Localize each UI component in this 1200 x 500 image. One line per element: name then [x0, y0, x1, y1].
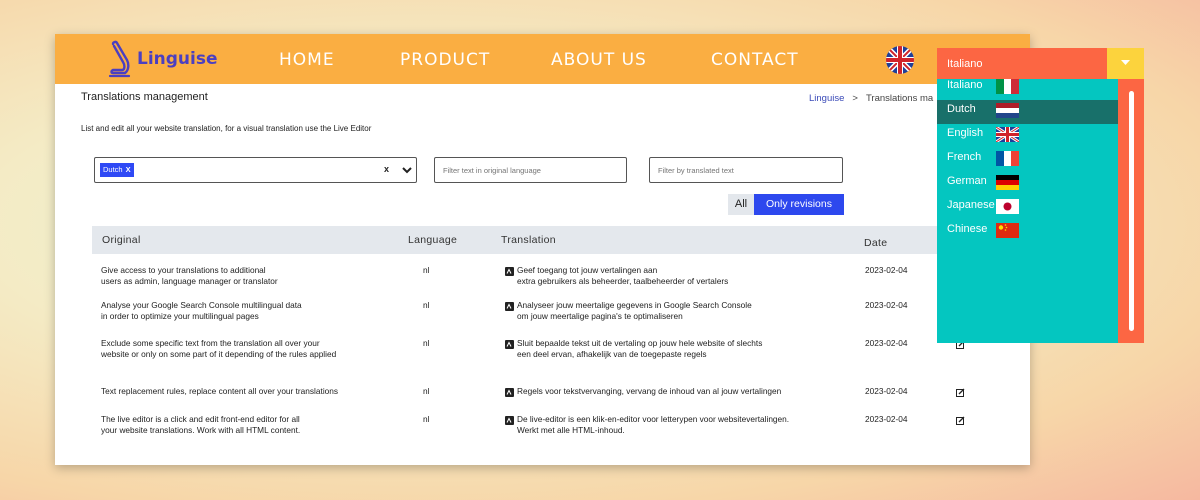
date-cell: 2023-02-04: [865, 265, 908, 275]
table-row: Text replacement rules, replace content …: [92, 379, 1030, 419]
language-filter-select[interactable]: Dutch X x: [94, 157, 417, 183]
toggle-all-button[interactable]: All: [728, 194, 754, 215]
language-option-italiano[interactable]: Italiano: [937, 76, 1118, 100]
date-cell: 2023-02-04: [865, 386, 908, 396]
chip-remove-icon[interactable]: X: [126, 165, 131, 174]
language-option-french[interactable]: French: [937, 148, 1118, 172]
caret-down-icon: [1121, 60, 1130, 65]
language-switcher-list: Italiano Dutch English French German Jap…: [937, 79, 1118, 343]
header-date: Date: [864, 237, 888, 249]
original-text: Text replacement rules, replace content …: [101, 386, 339, 396]
language-chip-label: Dutch: [103, 165, 123, 174]
table-row: The live editor is a click and edit fron…: [92, 414, 1030, 454]
uk-flag-icon[interactable]: [886, 46, 914, 74]
language-option-label: German: [947, 175, 987, 187]
language-switcher-scrollbar[interactable]: [1118, 79, 1144, 343]
original-text: Exclude some specific text from the tran…: [101, 338, 337, 359]
top-navbar: Linguise HOME PRODUCT ABOUT US CONTACT: [55, 34, 1030, 84]
france-flag-icon: [996, 151, 1019, 166]
nav-home[interactable]: HOME: [279, 50, 335, 70]
edit-icon[interactable]: [956, 388, 965, 397]
translation-icon: [505, 388, 514, 397]
language-option-label: Italiano: [947, 79, 983, 91]
breadcrumb: Linguise > Translations ma: [809, 93, 933, 104]
germany-flag-icon: [996, 175, 1019, 190]
translation-text: Analyseer jouw meertalige gegevens in Go…: [517, 300, 752, 321]
japan-flag-icon: [996, 199, 1019, 214]
language-option-label: Dutch: [947, 103, 976, 115]
language-code: nl: [423, 265, 430, 275]
language-option-label: Japanese: [947, 199, 995, 211]
date-cell: 2023-02-04: [865, 300, 908, 310]
chevron-down-icon[interactable]: [402, 166, 412, 174]
translation-icon: [505, 340, 514, 349]
language-chip[interactable]: Dutch X: [100, 163, 134, 177]
language-code: nl: [423, 338, 430, 348]
header-language: Language: [408, 234, 458, 246]
table-row: Exclude some specific text from the tran…: [92, 338, 1030, 378]
nav-about-us[interactable]: ABOUT US: [551, 50, 647, 70]
translation-text: Geef toegang tot jouw vertalingen aan ex…: [517, 265, 729, 286]
table-header: Original Language Translation Date: [92, 226, 1030, 254]
translated-text-filter-input[interactable]: [649, 157, 843, 183]
brand-logo[interactable]: Linguise: [107, 40, 218, 78]
china-flag-icon: [996, 223, 1019, 238]
breadcrumb-separator: >: [852, 93, 858, 104]
language-option-english[interactable]: English: [937, 124, 1118, 148]
original-text: Give access to your translations to addi…: [101, 265, 278, 286]
toggle-revisions-button[interactable]: Only revisions: [754, 194, 844, 215]
language-switcher-toggle[interactable]: [1107, 48, 1144, 79]
netherlands-flag-icon: [996, 103, 1019, 118]
italy-flag-icon: [996, 79, 1019, 94]
language-option-german[interactable]: German: [937, 172, 1118, 196]
translation-icon: [505, 302, 514, 311]
language-code: nl: [423, 414, 430, 424]
translation-text: Regels voor tekstvervanging, vervang de …: [517, 386, 782, 396]
language-code: nl: [423, 386, 430, 396]
language-option-chinese[interactable]: Chinese: [937, 220, 1118, 244]
scrollbar-thumb[interactable]: [1129, 91, 1134, 331]
date-cell: 2023-02-04: [865, 414, 908, 424]
page-subtitle: List and edit all your website translati…: [81, 124, 372, 133]
language-option-dutch[interactable]: Dutch: [937, 100, 1118, 124]
language-switcher-selected: Italiano: [947, 58, 983, 70]
clear-selection-icon[interactable]: x: [384, 164, 389, 174]
table-row: Give access to your translations to addi…: [92, 265, 1030, 305]
uk-flag-icon: [996, 127, 1019, 142]
breadcrumb-current: Translations ma: [865, 93, 934, 104]
nav-contact[interactable]: CONTACT: [711, 50, 799, 70]
header-original: Original: [102, 234, 141, 246]
language-code: nl: [423, 300, 430, 310]
nav-product[interactable]: PRODUCT: [400, 50, 490, 70]
header-translation: Translation: [501, 234, 556, 246]
app-window: Linguise HOME PRODUCT ABOUT US CONTACT T…: [55, 34, 1030, 465]
breadcrumb-home-link[interactable]: Linguise: [809, 93, 844, 104]
language-option-japanese[interactable]: Japanese: [937, 196, 1118, 220]
table-row: Analyse your Google Search Console multi…: [92, 300, 1030, 340]
translation-text: Sluit bepaalde tekst uit de vertaling op…: [517, 338, 763, 359]
original-text-filter-input[interactable]: [434, 157, 627, 183]
language-switcher[interactable]: Italiano: [937, 48, 1144, 79]
original-text: Analyse your Google Search Console multi…: [101, 300, 302, 321]
language-option-label: French: [947, 151, 982, 163]
translation-icon: [505, 416, 514, 425]
date-cell: 2023-02-04: [865, 338, 908, 348]
brand-name: Linguise: [137, 49, 218, 69]
translation-icon: [505, 267, 514, 276]
edit-icon[interactable]: [956, 416, 965, 425]
page-title: Translations management: [81, 91, 208, 103]
translation-text: De live-editor is een klik-en-editor voo…: [517, 414, 790, 435]
linguise-logo-icon: [108, 40, 131, 78]
original-text: The live editor is a click and edit fron…: [101, 414, 301, 435]
language-option-label: Chinese: [947, 223, 988, 235]
language-option-label: English: [947, 127, 984, 139]
